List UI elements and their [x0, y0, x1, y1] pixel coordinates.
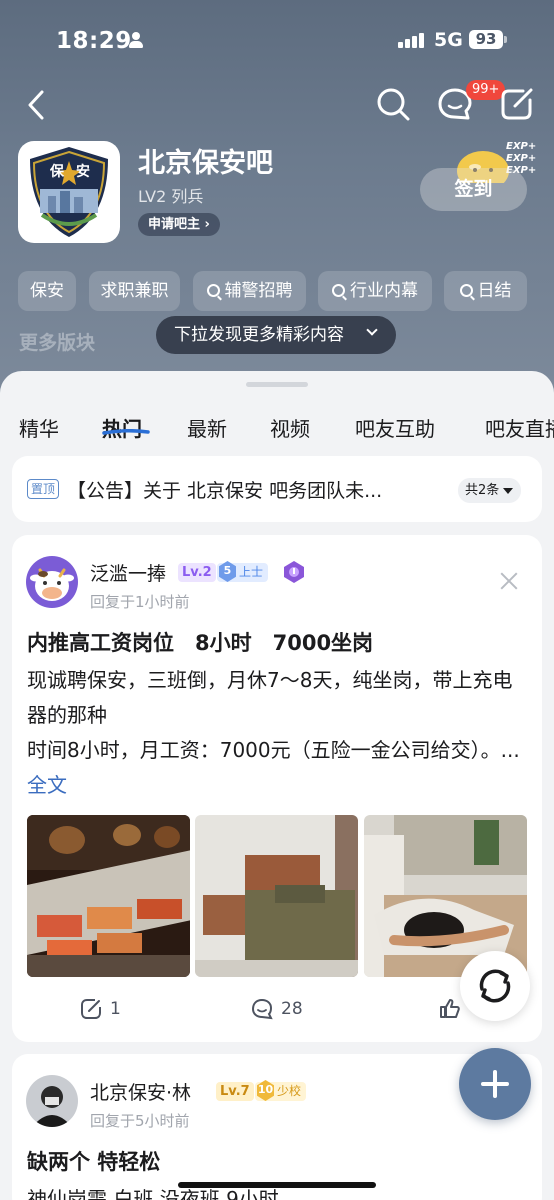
new-post-button[interactable]: [459, 1048, 531, 1120]
network-type: 5G: [434, 29, 463, 51]
cow-avatar-icon: [26, 556, 78, 608]
comment-count: 28: [281, 999, 303, 1019]
chip-auxiliary-police[interactable]: 辅警招聘: [193, 271, 306, 311]
tab-live[interactable]: 吧友直播: [485, 413, 554, 442]
chip-industry-insider[interactable]: 行业内幕: [318, 271, 432, 311]
post-title[interactable]: 内推高工资岗位 8小时 7000坐岗: [27, 627, 373, 657]
close-icon[interactable]: [500, 572, 518, 590]
back-arrow-icon[interactable]: [22, 88, 52, 122]
pinned-notice[interactable]: 置顶 【公告】关于 北京保安 吧务团队未... 共2条: [12, 456, 542, 522]
rank-title: 少校: [277, 1084, 302, 1098]
post-meta: 回复于1小时前: [90, 593, 190, 611]
person-icon: [129, 32, 143, 48]
post-body[interactable]: 现诚聘保安，三班倒，月休7～8天，纯坐岗，带上充电器的那种 时间8小时，月工资：…: [27, 663, 532, 803]
username[interactable]: 泛滥一捧: [90, 559, 166, 586]
read-more-link[interactable]: 全文: [27, 773, 67, 797]
search-icon: [459, 284, 473, 297]
share-button[interactable]: 1: [80, 997, 121, 1021]
search-icon: [206, 284, 220, 297]
avatar[interactable]: [26, 556, 78, 608]
search-icon: [332, 284, 345, 297]
edit-icon[interactable]: [499, 86, 535, 122]
share-count: 1: [110, 999, 121, 1019]
rank-number: 5: [219, 561, 236, 582]
drag-handle[interactable]: [246, 382, 308, 387]
battery-icon: 93: [469, 30, 507, 49]
level-badge: Lv.2: [178, 563, 216, 582]
tab-mutual-help[interactable]: 吧友互助: [355, 413, 435, 442]
user-photo-avatar: [26, 1075, 78, 1127]
forum-name: 北京保安吧: [138, 148, 273, 179]
notice-text[interactable]: 【公告】关于 北京保安 吧务团队未...: [67, 476, 382, 503]
post-title[interactable]: 缺两个 特轻松: [27, 1146, 160, 1176]
comment-button[interactable]: 28: [251, 997, 303, 1021]
refresh-icon: [479, 969, 511, 1003]
tab-latest[interactable]: 最新: [187, 413, 227, 442]
post-image-bed[interactable]: [195, 815, 358, 977]
more-sections-label[interactable]: 更多版块: [19, 328, 95, 355]
notice-count-dropdown[interactable]: 共2条: [458, 478, 522, 503]
chip-label: 保安: [30, 281, 64, 301]
avatar[interactable]: [26, 1075, 78, 1127]
comment-icon: [251, 998, 273, 1020]
search-icon[interactable]: [375, 86, 411, 122]
medal-icon: [284, 561, 304, 583]
chip-label: 辅警招聘: [224, 281, 293, 301]
signin-button[interactable]: 签到: [420, 168, 527, 211]
forum-avatar[interactable]: 保 安: [18, 141, 120, 243]
username[interactable]: 北京保安·林: [90, 1078, 191, 1105]
tab-video[interactable]: 视频: [270, 413, 310, 442]
feed-tabs: 精华 热门 最新 视频 吧友互助 吧友直播: [0, 401, 554, 453]
signal-icon: [398, 32, 424, 48]
chip-label: 日结: [477, 281, 512, 301]
pinned-tag: 置顶: [27, 479, 60, 499]
status-time: 18:29: [56, 28, 132, 54]
refresh-button[interactable]: [460, 951, 530, 1021]
tab-hot[interactable]: 热门: [102, 413, 142, 442]
svg-text:保: 保: [49, 163, 65, 180]
apply-moderator-button[interactable]: 申请吧主 ›: [138, 213, 220, 236]
tab-featured[interactable]: 精华: [19, 413, 59, 442]
post-body-text: 现诚聘保安，三班倒，月休7～8天，纯坐岗，带上充电器的那种 时间8小时，月工资：…: [27, 668, 520, 762]
chip-jobs[interactable]: 求职兼职: [89, 271, 180, 311]
svg-text:安: 安: [76, 163, 90, 180]
status-bar: 18:29 5G 93: [0, 26, 554, 60]
level-badge: Lv.7: [216, 1082, 254, 1101]
forum-header: 18:29 5G 93 99+ 保 安 北京保安吧 LV2 列兵 申请吧主 › …: [0, 0, 554, 400]
pulldown-hint[interactable]: 下拉发现更多精彩内容: [156, 316, 396, 354]
post-meta: 回复于5小时前: [90, 1112, 190, 1130]
chip-daily-pay[interactable]: 日结: [444, 271, 527, 311]
forum-level: LV2 列兵: [138, 187, 204, 206]
home-indicator: [178, 1182, 376, 1188]
thumbs-up-icon: [440, 999, 460, 1018]
chevron-down-icon: [366, 324, 378, 336]
rank-badge: 10 少校: [255, 1080, 307, 1101]
chip-label: 行业内幕: [350, 281, 418, 301]
rank-title: 上士: [239, 565, 264, 579]
rank-number: 10: [257, 1080, 274, 1101]
chip-label: 求职兼职: [100, 281, 169, 301]
active-tab-indicator: [102, 429, 150, 435]
share-icon: [81, 999, 101, 1019]
post-image-buffet[interactable]: [27, 815, 190, 977]
pulldown-hint-text: 下拉发现更多精彩内容: [174, 325, 344, 345]
security-badge-logo: 保 安: [30, 147, 108, 237]
chip-security[interactable]: 保安: [18, 271, 76, 311]
rank-badge: 5 上士: [217, 561, 269, 582]
